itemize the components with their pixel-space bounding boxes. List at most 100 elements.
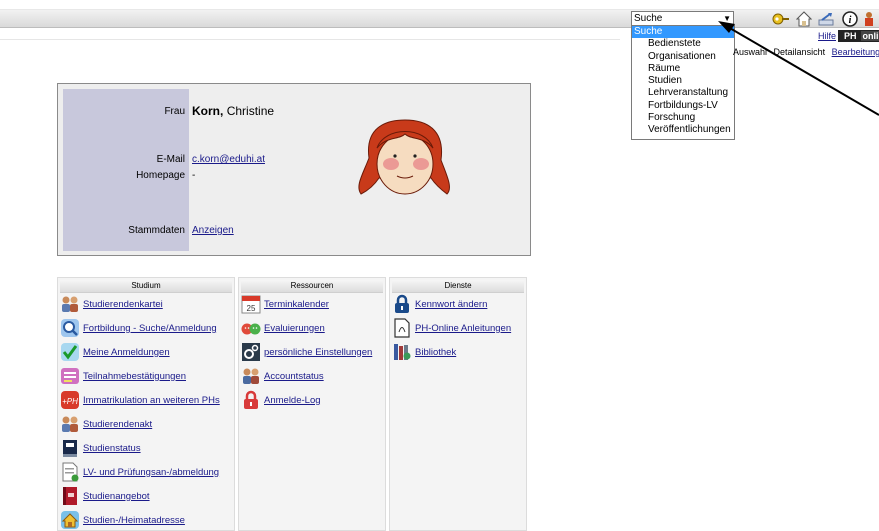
link-terminkalender[interactable]: Terminkalender (264, 299, 329, 310)
help-link[interactable]: Hilfe (818, 31, 836, 41)
link-studienangebot[interactable]: Studienangebot (83, 491, 150, 502)
link-studierendenkartei[interactable]: Studierendenkartei (83, 299, 163, 310)
list-item[interactable]: Studienangebot (60, 485, 150, 507)
list-item[interactable]: Studienstatus (60, 437, 141, 459)
link-meine-anmeldungen[interactable]: Meine Anmeldungen (83, 347, 170, 358)
link-studienstatus[interactable]: Studienstatus (83, 443, 141, 454)
list-item[interactable]: +PH Immatrikulation an weiteren PHs (60, 389, 220, 411)
status-icon (63, 440, 77, 457)
list-item[interactable]: Teilnahmebestätigungen (60, 365, 186, 387)
detailansicht-link[interactable]: Detailansicht (774, 47, 826, 57)
person-name: Korn, Christine (192, 104, 274, 118)
homepage-label: Homepage (136, 170, 185, 181)
dropdown-option[interactable]: Lehrveranstaltung (632, 87, 734, 99)
dropdown-option[interactable]: Veröffentlichungen (632, 124, 734, 136)
top-toolbar (0, 9, 879, 28)
section-ressourcen: Ressourcen 25 Terminkalender Evaluierung… (238, 277, 386, 531)
chevron-down-icon[interactable]: ▼ (723, 12, 731, 25)
list-item[interactable]: persönliche Einstellungen (241, 341, 372, 363)
link-fortbildung[interactable]: Fortbildung - Suche/Anmeldung (83, 323, 217, 334)
list-item[interactable]: Kennwort ändern (392, 293, 487, 315)
homepage-value: - (192, 170, 196, 181)
dropdown-option[interactable]: Studien (632, 75, 734, 87)
list-item[interactable]: Anmelde-Log (241, 389, 321, 411)
faces-icon (241, 323, 261, 335)
dropdown-option[interactable]: Bedienstete (632, 38, 734, 50)
home-icon[interactable] (796, 11, 812, 27)
link-accountstatus[interactable]: Accountstatus (264, 371, 324, 382)
book-icon (63, 487, 77, 505)
link-immatrikulation[interactable]: Immatrikulation an weiteren PHs (83, 395, 220, 406)
list-item[interactable]: Evaluierungen (241, 317, 325, 339)
pdf-icon (394, 318, 410, 338)
avatar (358, 119, 450, 195)
svg-text:i: i (849, 15, 852, 26)
stammdaten-link[interactable]: Anzeigen (192, 225, 234, 236)
calendar-day: 25 (247, 304, 256, 313)
students-icon (62, 416, 78, 432)
ph-logo-text: PH (844, 31, 857, 41)
link-persoenliche-einstellungen[interactable]: persönliche Einstellungen (264, 347, 372, 358)
list-item[interactable]: Bibliothek (392, 341, 456, 363)
link-anmelde-log[interactable]: Anmelde-Log (264, 395, 321, 406)
search-select[interactable]: Suche ▼ (631, 11, 734, 26)
view-links: Auswahl Detailansicht Bearbeitung (733, 47, 879, 57)
section-header: Ressourcen (241, 280, 383, 293)
list-item[interactable]: Meine Anmeldungen (60, 341, 170, 363)
link-studierendenakt[interactable]: Studierendenakt (83, 419, 152, 430)
dropdown-option[interactable]: Suche (632, 26, 734, 39)
link-heimatadresse[interactable]: Studien-/Heimatadresse (83, 515, 185, 526)
dropdown-option[interactable]: Räume (632, 63, 734, 75)
plus-ph-icon: +PH (61, 391, 79, 409)
checkmark-icon (61, 343, 79, 361)
link-lv-pruefungsanmeldung[interactable]: LV- und Prüfungsan-/abmeldung (83, 467, 219, 478)
people-icon[interactable] (864, 11, 874, 27)
link-ph-online-anleitungen[interactable]: PH-Online Anleitungen (415, 323, 511, 334)
email-label: E-Mail (156, 154, 185, 165)
list-item[interactable]: 25 Terminkalender (241, 293, 329, 315)
stammdaten-label: Stammdaten (128, 225, 185, 236)
lock-icon (244, 390, 258, 409)
calendar-icon: 25 (241, 295, 261, 314)
toolbar-icons: i (772, 10, 874, 28)
info-icon[interactable]: i (842, 11, 858, 27)
magnifier-icon (61, 319, 79, 337)
search-dropdown[interactable]: Suche Bedienstete Organisationen Räume S… (631, 25, 735, 140)
gears-icon (242, 343, 260, 361)
dropdown-option[interactable]: Fortbildungs-LV (632, 100, 734, 112)
last-name: Korn, (192, 104, 224, 118)
section-dienste: Dienste Kennwort ändern PH-Online Anleit… (389, 277, 527, 531)
link-kennwort-aendern[interactable]: Kennwort ändern (415, 299, 487, 310)
link-bibliothek[interactable]: Bibliothek (415, 347, 456, 358)
list-item[interactable]: PH-Online Anleitungen (392, 317, 511, 339)
section-header: Dienste (392, 280, 524, 293)
list-item[interactable]: Studien-/Heimatadresse (60, 509, 185, 531)
ph-online-logo: PH onli (838, 30, 879, 42)
list-item[interactable]: Studierendenkartei (60, 293, 163, 315)
section-studium: Studium Studierendenkartei Fortbildung -… (57, 277, 235, 531)
list-item[interactable]: Accountstatus (241, 365, 324, 387)
bearbeitung-link[interactable]: Bearbeitung (832, 47, 879, 57)
svg-text:+PH: +PH (62, 397, 78, 406)
dropdown-option[interactable]: Organisationen (632, 51, 734, 63)
first-name: Christine (226, 104, 275, 118)
list-item[interactable]: LV- und Prüfungsan-/abmeldung (60, 461, 219, 483)
link-teilnahmebestaetigungen[interactable]: Teilnahmebestätigungen (83, 371, 186, 382)
divider (0, 39, 620, 40)
email-link[interactable]: c.korn@eduhi.at (192, 154, 265, 165)
salutation-label: Frau (164, 106, 185, 117)
export-icon[interactable] (818, 11, 836, 27)
link-evaluierungen[interactable]: Evaluierungen (264, 323, 325, 334)
list-item[interactable]: Fortbildung - Suche/Anmeldung (60, 317, 217, 339)
contact-card: Frau Korn, Christine E-Mail c.korn@eduhi… (57, 83, 531, 256)
auswahl-link[interactable]: Auswahl (733, 47, 767, 57)
dropdown-option[interactable]: Forschung (632, 112, 734, 124)
house-icon (61, 511, 79, 529)
list-item[interactable]: Studierendenakt (60, 413, 152, 435)
search-select-value: Suche (634, 13, 663, 24)
library-icon (394, 344, 411, 360)
online-logo-text: onli (860, 31, 879, 41)
document-icon (62, 462, 79, 482)
certificate-icon (61, 368, 79, 384)
key-icon[interactable] (772, 12, 790, 26)
